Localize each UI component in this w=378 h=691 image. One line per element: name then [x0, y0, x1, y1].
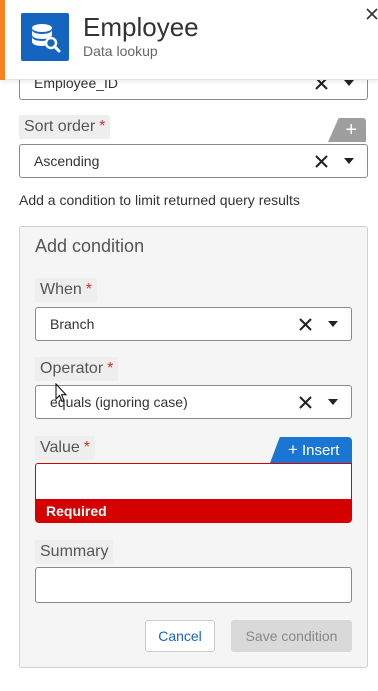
add-condition-title: Add condition	[35, 236, 145, 256]
value-label: Value *	[35, 436, 95, 460]
operator-label: Operator *	[35, 357, 119, 381]
plus-icon: +	[288, 440, 298, 459]
operator-value: equals (ignoring case)	[50, 394, 188, 410]
chevron-down-icon[interactable]	[328, 399, 338, 405]
summary-label-text: Summary	[40, 543, 109, 560]
required-asterisk: *	[99, 118, 106, 135]
insert-button[interactable]: + Insert	[270, 437, 352, 463]
chevron-down-icon[interactable]	[328, 321, 338, 327]
when-label: When *	[35, 278, 98, 302]
sort-order-label: Sort order *	[19, 115, 111, 139]
required-asterisk: *	[85, 281, 93, 298]
clear-icon[interactable]	[315, 155, 328, 168]
page-title: Employee	[83, 12, 199, 42]
required-asterisk: *	[107, 360, 114, 377]
required-asterisk: *	[83, 439, 90, 456]
panel-header: Employee Data lookup	[0, 0, 378, 80]
insert-button-label: Insert	[301, 442, 340, 459]
sort-order-value: Ascending	[34, 153, 100, 169]
clear-icon[interactable]	[299, 396, 312, 409]
value-label-text: Value	[40, 439, 80, 456]
when-label-text: When	[40, 281, 82, 298]
page-subtitle: Data lookup	[83, 43, 158, 59]
sort-order-select[interactable]: Ascending	[19, 144, 368, 178]
sort-order-label-text: Sort order	[24, 118, 96, 135]
chevron-down-icon[interactable]	[344, 158, 354, 164]
header-accent-bar	[0, 0, 5, 80]
summary-input[interactable]	[35, 567, 352, 603]
operator-label-text: Operator	[40, 360, 104, 377]
operator-select[interactable]: equals (ignoring case)	[35, 385, 352, 419]
cancel-button[interactable]: Cancel	[145, 620, 215, 652]
helper-text: Add a condition to limit returned query …	[19, 192, 300, 208]
summary-label: Summary	[35, 540, 114, 564]
mouse-pointer-icon	[55, 383, 67, 403]
when-value: Branch	[50, 316, 95, 332]
save-condition-button[interactable]: Save condition	[231, 620, 352, 652]
required-error-message: Required	[35, 499, 352, 523]
database-search-icon	[21, 13, 69, 61]
clear-icon[interactable]	[299, 318, 312, 331]
chevron-down-icon[interactable]	[344, 80, 354, 86]
add-sort-button[interactable]: +	[328, 118, 366, 142]
close-icon[interactable]	[366, 8, 378, 20]
when-select[interactable]: Branch	[35, 307, 352, 341]
value-input[interactable]	[35, 463, 352, 499]
